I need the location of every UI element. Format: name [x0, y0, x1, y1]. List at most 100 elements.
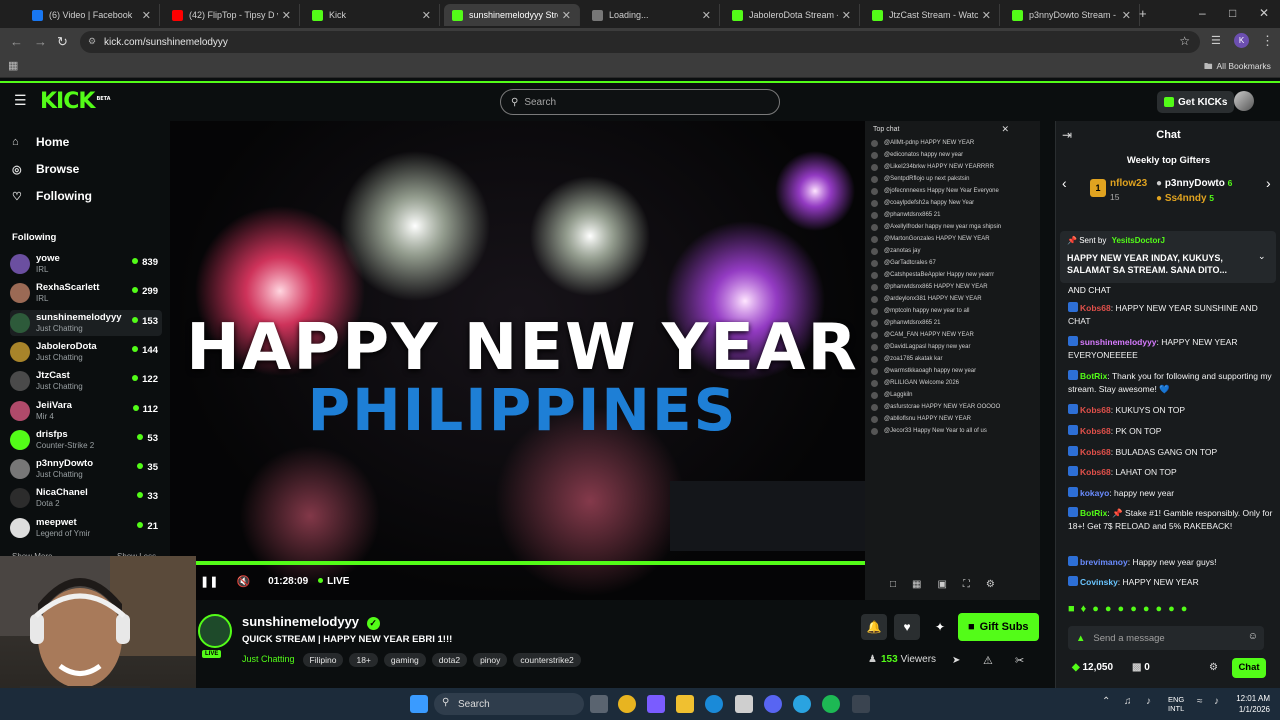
browser-tab[interactable]: Loading... ✕	[584, 4, 720, 26]
share-icon[interactable]: ➤	[952, 655, 960, 666]
overlay-close-icon[interactable]: ✕	[1001, 124, 1009, 135]
tab-close-icon[interactable]: ✕	[702, 9, 711, 22]
mute-icon[interactable]: 🔇	[236, 575, 250, 588]
chat-message[interactable]: brevimanoy: Happy new year guys!	[1068, 556, 1276, 569]
new-tab-button[interactable]: +	[1139, 6, 1147, 21]
chat-message[interactable]: Kobs68: PK ON TOP	[1068, 425, 1276, 438]
player-settings-icons[interactable]: □▦▣⛶⚙	[890, 579, 1011, 590]
site-info-icon[interactable]: ⚙	[88, 36, 96, 47]
clock[interactable]: 12:01 AM 1/1/2026	[1232, 693, 1270, 715]
copilot-icon[interactable]	[647, 695, 665, 713]
profile-avatar[interactable]: K	[1234, 33, 1249, 48]
mic-icon[interactable]: ♪	[1146, 696, 1151, 707]
chat-message[interactable]: Kobs68: HAPPY NEW YEAR SUNSHINE AND CHAT	[1068, 302, 1276, 328]
notification-bell-icon[interactable]: 🔔	[861, 614, 887, 640]
tray-icon[interactable]: ♫	[1124, 696, 1132, 707]
taskbar-search[interactable]: ⚲ Search	[434, 693, 584, 715]
sparkle-icon[interactable]: ✦	[927, 614, 953, 640]
tab-close-icon[interactable]: ✕	[982, 9, 991, 22]
browser-tab[interactable]: p3nnyDowto Stream - W ✕	[1004, 4, 1140, 26]
telegram-icon[interactable]	[793, 695, 811, 713]
followed-channel[interactable]: meepwet Legend of Ymir 21	[10, 515, 162, 541]
streamer-name[interactable]: sunshinemelodyyy ✓	[242, 614, 380, 630]
gift-subs-button[interactable]: ■ Gift Subs	[958, 613, 1039, 641]
get-kicks-button[interactable]: Get KICKs	[1157, 91, 1235, 113]
discord-icon[interactable]	[764, 695, 782, 713]
tab-close-icon[interactable]: ✕	[562, 9, 571, 22]
streamer-avatar[interactable]	[198, 614, 232, 648]
browser-tab[interactable]: JaboleroDota Stream - W✕	[724, 4, 860, 26]
pause-icon[interactable]: ❚❚	[200, 575, 218, 588]
kick-logo[interactable]: KICK BETA	[40, 89, 111, 114]
chat-message[interactable]: Kobs68: KUKUYS ON TOP	[1068, 404, 1276, 417]
stream-tag[interactable]: dota2	[431, 653, 468, 667]
bookmark-star-icon[interactable]: ☆	[1179, 34, 1190, 48]
settings-icon[interactable]	[852, 695, 870, 713]
tab-close-icon[interactable]: ✕	[142, 9, 151, 22]
chat-message[interactable]: Covinsky: HAPPY NEW YEAR	[1068, 576, 1276, 589]
chat-input[interactable]: ▲ Send a message ☺	[1068, 626, 1264, 650]
tray-chevron-icon[interactable]: ⌃	[1102, 696, 1110, 707]
chat-message[interactable]: sunshinemelodyyy: HAPPY NEW YEAR EVERYON…	[1068, 336, 1276, 362]
followed-channel[interactable]: drisfps Counter-Strike 2 53	[10, 427, 162, 453]
top-gifter-name[interactable]: nflow23	[1110, 178, 1147, 189]
stream-tag[interactable]: pinoy	[473, 653, 508, 667]
gifters-prev-icon[interactable]: ‹	[1062, 175, 1067, 191]
chat-message[interactable]: Kobs68: BULADAS GANG ON TOP	[1068, 446, 1276, 459]
windows-start-icon[interactable]	[410, 695, 428, 713]
reload-icon[interactable]: ↻	[57, 34, 68, 50]
browser-tab[interactable]: JtzCast Stream - Watch Li✕	[864, 4, 1000, 26]
url-bar[interactable]: ⚙ kick.com/sunshinemelodyyy ☆	[80, 31, 1200, 53]
chat-message[interactable]: BotRix: 📌 Stake #1! Gamble responsibly. …	[1068, 507, 1276, 533]
followed-channel[interactable]: JaboleroDota Just Chatting 144	[10, 339, 162, 365]
followed-channel[interactable]: RexhaScarlett IRL 299	[10, 280, 162, 306]
all-bookmarks-link[interactable]: 🖿 All Bookmarks	[1204, 61, 1271, 75]
video-progress-bar[interactable]	[170, 561, 865, 565]
chat-message[interactable]: kokayo: happy new year	[1068, 487, 1276, 500]
task-view-icon[interactable]	[590, 695, 608, 713]
stream-tag[interactable]: gaming	[383, 653, 426, 667]
category-link[interactable]: Just Chatting	[242, 654, 295, 664]
gifter-3[interactable]: ● Ss4nndy 5	[1156, 193, 1214, 204]
forward-icon[interactable]: →	[34, 34, 47, 49]
browser-tab[interactable]: Kick ✕	[304, 4, 440, 26]
nav-browse[interactable]: ◎ Browse	[12, 162, 79, 176]
follow-heart-icon[interactable]: ♥	[894, 614, 920, 640]
browser-tab[interactable]: (42) FlipTop - Tipsy D vs M✕	[164, 4, 300, 26]
clip-icon[interactable]: ✂	[1015, 654, 1024, 667]
tab-close-icon[interactable]: ✕	[422, 9, 431, 22]
channel-points[interactable]: ▩ 0	[1132, 662, 1150, 673]
maximize-icon[interactable]: □	[1229, 6, 1236, 20]
followed-channel[interactable]: sunshinemelodyyy Just Chatting 153	[10, 309, 162, 336]
followed-channel[interactable]: JtzCast Just Chatting 122	[10, 368, 162, 394]
gifters-next-icon[interactable]: ›	[1266, 175, 1271, 191]
expand-pin-icon[interactable]: ⌄	[1258, 251, 1266, 262]
chat-send-button[interactable]: Chat	[1232, 658, 1266, 678]
stream-tag[interactable]: Filipino	[302, 653, 344, 667]
followed-channel[interactable]: yowe IRL 839	[10, 251, 162, 277]
file-explorer-icon[interactable]	[676, 695, 694, 713]
followed-channel[interactable]: NicaChanel Dota 2 33	[10, 485, 162, 511]
back-icon[interactable]: ←	[10, 34, 23, 49]
chrome-icon[interactable]	[618, 695, 636, 713]
gifter-2[interactable]: ● p3nnyDowto 6	[1156, 178, 1232, 189]
search-input[interactable]: ⚲ Search	[500, 89, 780, 115]
tab-close-icon[interactable]: ✕	[1122, 9, 1131, 22]
video-player[interactable]: HAPPY NEW YEAR PHILIPPINES	[170, 121, 865, 600]
nav-home[interactable]: ⌂ Home	[12, 135, 69, 149]
followed-channel[interactable]: JeiiVara Mir 4 112	[10, 398, 162, 424]
user-avatar[interactable]	[1234, 91, 1254, 111]
edge-icon[interactable]	[705, 695, 723, 713]
close-window-icon[interactable]: ✕	[1259, 6, 1269, 20]
minimize-icon[interactable]: –	[1199, 6, 1206, 20]
stream-tag[interactable]: counterstrike2	[513, 653, 581, 667]
stream-tag[interactable]: 18+	[349, 653, 378, 667]
nav-following[interactable]: ♡ Following	[12, 189, 92, 203]
emote-bar[interactable]: ■♦●●●●●●●●	[1068, 603, 1193, 615]
chat-settings-icon[interactable]: ⚙	[1209, 662, 1218, 673]
chat-message[interactable]: Kobs68: LAHAT ON TOP	[1068, 466, 1276, 479]
emoji-icon[interactable]: ☺	[1248, 631, 1258, 642]
apps-grid-icon[interactable]: ▦	[8, 59, 18, 72]
browser-tab[interactable]: sunshinemelodyyy Stream✕	[444, 4, 580, 26]
reading-list-icon[interactable]: ☰	[1211, 34, 1221, 47]
